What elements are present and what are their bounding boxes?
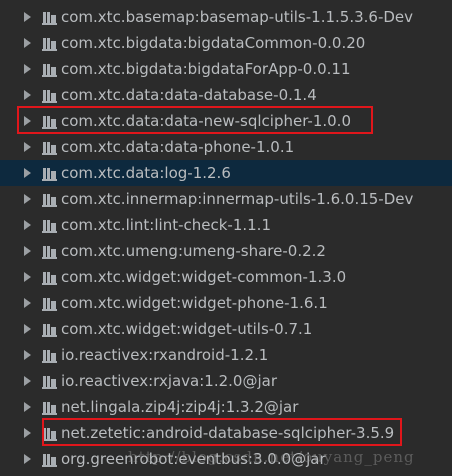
library-icon bbox=[42, 192, 57, 207]
tree-item[interactable]: com.xtc.data:data-database-0.1.4 bbox=[0, 82, 452, 108]
tree-item-label: net.zetetic:android-database-sqlcipher-3… bbox=[61, 424, 395, 442]
tree-item-label: com.xtc.widget:widget-common-1.3.0 bbox=[61, 268, 347, 286]
expand-arrow-icon[interactable] bbox=[24, 298, 31, 308]
tree-item[interactable]: io.reactivex:rxjava:1.2.0@jar bbox=[0, 368, 452, 394]
tree-item-label: io.reactivex:rxjava:1.2.0@jar bbox=[61, 372, 277, 390]
expand-arrow-icon[interactable] bbox=[24, 428, 31, 438]
expand-arrow-icon[interactable] bbox=[24, 350, 31, 360]
expand-arrow-icon[interactable] bbox=[24, 64, 31, 74]
tree-item-label: com.xtc.bigdata:bigdataCommon-0.0.20 bbox=[61, 34, 366, 52]
watermark: http://blog.csdn.net/ouyang_peng bbox=[128, 448, 415, 466]
tree-item[interactable]: com.xtc.data:data-new-sqlcipher-1.0.0 bbox=[0, 108, 452, 134]
expand-arrow-icon[interactable] bbox=[24, 246, 31, 256]
tree-item-label: io.reactivex:rxandroid-1.2.1 bbox=[61, 346, 269, 364]
tree-item-label: com.xtc.bigdata:bigdataForApp-0.0.11 bbox=[61, 60, 351, 78]
expand-arrow-icon[interactable] bbox=[24, 116, 31, 126]
tree-item[interactable]: com.xtc.widget:widget-common-1.3.0 bbox=[0, 264, 452, 290]
library-icon bbox=[42, 348, 57, 363]
tree-item[interactable]: com.xtc.bigdata:bigdataForApp-0.0.11 bbox=[0, 56, 452, 82]
tree-item-label: com.xtc.lint:lint-check-1.1.1 bbox=[61, 216, 271, 234]
library-icon bbox=[42, 452, 57, 467]
library-icon bbox=[42, 166, 57, 181]
expand-arrow-icon[interactable] bbox=[24, 168, 31, 178]
library-icon bbox=[42, 62, 57, 77]
library-icon bbox=[42, 244, 57, 259]
tree-item[interactable]: com.xtc.basemap:basemap-utils-1.1.5.3.6-… bbox=[0, 4, 452, 30]
tree-item-label: com.xtc.data:data-phone-1.0.1 bbox=[61, 138, 295, 156]
tree-item[interactable]: com.xtc.data:data-phone-1.0.1 bbox=[0, 134, 452, 160]
tree-item[interactable]: com.xtc.widget:widget-utils-0.7.1 bbox=[0, 316, 452, 342]
expand-arrow-icon[interactable] bbox=[24, 272, 31, 282]
expand-arrow-icon[interactable] bbox=[24, 402, 31, 412]
expand-arrow-icon[interactable] bbox=[24, 454, 31, 464]
tree-item-label: com.xtc.data:data-database-0.1.4 bbox=[61, 86, 317, 104]
tree-item-label: com.xtc.basemap:basemap-utils-1.1.5.3.6-… bbox=[61, 8, 414, 26]
tree-item[interactable]: com.xtc.innermap:innermap-utils-1.6.0.15… bbox=[0, 186, 452, 212]
tree-item[interactable]: com.xtc.umeng:umeng-share-0.2.2 bbox=[0, 238, 452, 264]
tree-item-label: com.xtc.data:data-new-sqlcipher-1.0.0 bbox=[61, 112, 351, 130]
tree-item[interactable]: com.xtc.widget:widget-phone-1.6.1 bbox=[0, 290, 452, 316]
tree-item[interactable]: com.xtc.data:log-1.2.6 bbox=[0, 160, 452, 186]
tree-item[interactable]: io.reactivex:rxandroid-1.2.1 bbox=[0, 342, 452, 368]
tree-item-label: com.xtc.widget:widget-phone-1.6.1 bbox=[61, 294, 328, 312]
library-icon bbox=[42, 426, 57, 441]
tree-item-label: com.xtc.data:log-1.2.6 bbox=[61, 164, 231, 182]
expand-arrow-icon[interactable] bbox=[24, 324, 31, 334]
expand-arrow-icon[interactable] bbox=[24, 38, 31, 48]
expand-arrow-icon[interactable] bbox=[24, 220, 31, 230]
library-icon bbox=[42, 218, 57, 233]
library-icon bbox=[42, 88, 57, 103]
tree-item[interactable]: com.xtc.bigdata:bigdataCommon-0.0.20 bbox=[0, 30, 452, 56]
library-icon bbox=[42, 270, 57, 285]
expand-arrow-icon[interactable] bbox=[24, 376, 31, 386]
library-icon bbox=[42, 296, 57, 311]
expand-arrow-icon[interactable] bbox=[24, 142, 31, 152]
library-icon bbox=[42, 10, 57, 25]
tree-item[interactable]: com.xtc.lint:lint-check-1.1.1 bbox=[0, 212, 452, 238]
library-icon bbox=[42, 400, 57, 415]
expand-arrow-icon[interactable] bbox=[24, 12, 31, 22]
library-icon bbox=[42, 140, 57, 155]
library-icon bbox=[42, 374, 57, 389]
library-icon bbox=[42, 322, 57, 337]
tree-item-label: com.xtc.innermap:innermap-utils-1.6.0.15… bbox=[61, 190, 414, 208]
tree-item-label: net.lingala.zip4j:zip4j:1.3.2@jar bbox=[61, 398, 299, 416]
expand-arrow-icon[interactable] bbox=[24, 194, 31, 204]
tree-item-label: com.xtc.widget:widget-utils-0.7.1 bbox=[61, 320, 313, 338]
tree-item[interactable]: net.lingala.zip4j:zip4j:1.3.2@jar bbox=[0, 394, 452, 420]
expand-arrow-icon[interactable] bbox=[24, 90, 31, 100]
tree-item-label: com.xtc.umeng:umeng-share-0.2.2 bbox=[61, 242, 326, 260]
library-icon bbox=[42, 36, 57, 51]
tree-item[interactable]: net.zetetic:android-database-sqlcipher-3… bbox=[0, 420, 452, 446]
library-icon bbox=[42, 114, 57, 129]
